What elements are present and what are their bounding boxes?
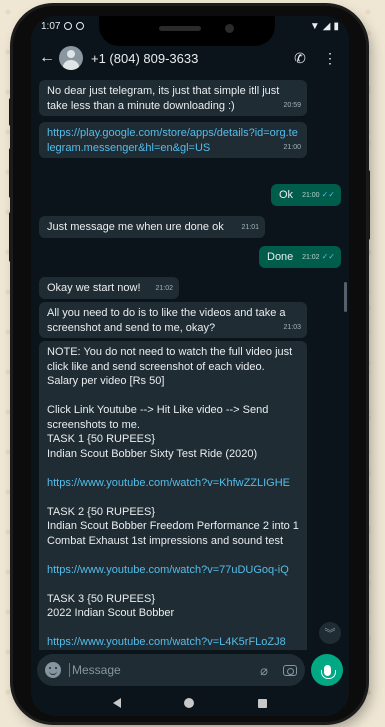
scroll-to-bottom-button[interactable]: ︾ (319, 622, 341, 644)
avatar[interactable] (59, 46, 83, 70)
task-3-link[interactable]: https://www.youtube.com/watch?v=L4K5rFLo… (47, 636, 286, 648)
task-2-description: Indian Scout Bobber Freedom Performance … (47, 520, 302, 547)
message-bubble[interactable]: Ok 21:00 ✓✓ (271, 184, 341, 206)
message-time: 21:02 (155, 284, 173, 292)
contact-name[interactable]: +1 (804) 809-3633 (91, 51, 281, 66)
message-link[interactable]: https://play.google.com/store/apps/detai… (47, 127, 298, 154)
task-steps: Click Link Youtube --> Hit Like video --… (47, 404, 272, 431)
message-bubble[interactable]: Done 21:02 ✓✓ (259, 246, 341, 268)
chat-area[interactable]: No dear just telegram, its just that sim… (31, 78, 349, 650)
message-bubble[interactable]: Just message me when ure done ok 21:01 (39, 216, 265, 238)
task-3-title: TASK 3 {50 RUPEES} (47, 592, 156, 605)
scrollbar[interactable] (344, 282, 347, 312)
nav-back-icon[interactable] (112, 698, 121, 708)
task-note: NOTE: You do not need to watch the full … (47, 346, 293, 387)
message-time: 21:02 ✓✓ (302, 251, 335, 261)
message-placeholder: Message (72, 663, 121, 677)
message-time: 20:59 (283, 101, 301, 109)
wifi-icon: ▼ (309, 20, 320, 32)
task-1-link[interactable]: https://www.youtube.com/watch?v=KhfwZZLI… (47, 477, 290, 489)
task-message-bubble[interactable]: NOTE: You do not need to watch the full … (39, 341, 307, 650)
message-input-bar: Message ⌀ (31, 650, 349, 690)
facebook-icon (76, 22, 85, 30)
message-bubble[interactable]: https://play.google.com/store/apps/detai… (39, 122, 307, 158)
read-ticks-icon: ✓✓ (321, 189, 335, 199)
speaker (159, 26, 201, 31)
phone-side-button (366, 170, 370, 240)
task-1-description: Indian Scout Bobber Sixty Test Ride (202… (47, 447, 258, 460)
message-text: Ok (279, 189, 294, 201)
task-3-description: 2022 Indian Scout Bobber (47, 607, 175, 619)
message-bubble[interactable]: Okay we start now! 21:02 (39, 277, 179, 299)
task-2-link[interactable]: https://www.youtube.com/watch?v=77uDUGoq… (47, 564, 289, 576)
message-text: Done (267, 251, 294, 263)
message-time: 21:00 (283, 143, 301, 151)
double-chevron-down-icon: ︾ (324, 628, 336, 640)
mic-icon (320, 664, 336, 679)
attach-icon[interactable]: ⌀ (257, 663, 271, 678)
read-ticks-icon: ✓✓ (321, 251, 335, 261)
task-2-title: TASK 2 {50 RUPEES} (47, 505, 156, 518)
message-text: All you need to do is to like the videos… (47, 307, 286, 334)
message-input[interactable]: Message ⌀ (37, 654, 305, 686)
message-time: 21:03 (283, 323, 301, 331)
emoji-icon[interactable] (45, 662, 61, 678)
camera-icon[interactable] (283, 664, 297, 676)
nav-recents-icon[interactable] (258, 698, 268, 708)
add-call-icon[interactable]: ✆ (289, 50, 311, 67)
notification-icon (64, 22, 73, 30)
message-bubble[interactable]: All you need to do is to like the videos… (39, 302, 307, 338)
text-cursor (69, 663, 70, 677)
message-bubble[interactable]: No dear just telegram, its just that sim… (39, 80, 307, 116)
more-options-icon[interactable]: ⋮ (319, 50, 341, 67)
nav-home-icon[interactable] (184, 698, 195, 708)
front-camera (225, 24, 234, 33)
message-time: 21:01 (241, 223, 259, 231)
signal-icon: ◢ (322, 20, 331, 32)
mic-button[interactable] (311, 654, 343, 686)
message-text: Okay we start now! (47, 282, 141, 294)
phone-screen: 1:07 ▼ ◢ ▮ ← +1 (804) 809-3633 ✆ ⋮ No de… (31, 16, 349, 716)
navigation-bar (31, 690, 349, 716)
camera-notch (99, 16, 275, 46)
back-arrow-icon[interactable]: ← (39, 49, 55, 67)
battery-icon: ▮ (333, 20, 339, 32)
message-text: No dear just telegram, its just that sim… (47, 85, 280, 112)
message-text: Just message me when ure done ok (47, 221, 224, 233)
message-time: 21:00 ✓✓ (302, 189, 335, 199)
task-1-title: TASK 1 {50 RUPEES} (47, 433, 156, 445)
status-time: 1:07 (41, 20, 61, 32)
